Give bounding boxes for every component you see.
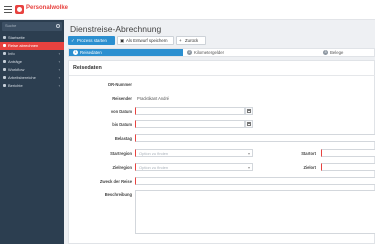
main-content: Dienstreise-Abrechnung ✓ Prozess starten… [64,20,375,244]
sidebar-item-antraege[interactable]: Anträge ‹ [0,58,64,66]
back-button[interactable]: + Zurück [176,36,206,45]
sidebar-item-info[interactable]: Info ‹ [0,50,64,58]
select-placeholder: Option zu finden [139,151,169,156]
chevron-down-icon: ▾ [247,165,250,170]
start-process-button[interactable]: ✓ Prozess starten [68,36,115,45]
sidebar: Suche Startseite Reise abrechnen Info ‹ … [0,20,64,244]
traveler-value: Pracktikant André [137,96,170,101]
step-kilometergelder[interactable]: 2 Kilometergelder [183,49,319,56]
step-number: 3 [323,50,328,55]
description-label: Beschreibung [104,192,132,197]
divider [69,75,375,76]
step-label: Kilometergelder [194,50,225,55]
chevron-left-icon: ‹ [58,83,60,88]
to-date-input[interactable] [135,120,245,128]
step-number: 2 [187,50,192,55]
chevron-left-icon: ‹ [58,59,60,64]
search-placeholder: Suche [5,23,17,28]
purpose-input[interactable] [135,177,375,185]
description-textarea[interactable] [135,190,375,234]
form-card: Reisedaten DR-Nummer Reisender Pracktika… [68,60,375,244]
chevron-down-icon: ▾ [247,151,250,156]
calendar-icon[interactable] [245,107,253,115]
brand-name: Personalwolke [26,5,69,11]
step-number: 1 [73,50,78,55]
travel-icon [3,44,6,47]
to-date-label: bis Datum [112,122,132,127]
chevron-left-icon: ‹ [58,67,60,72]
target-region-label: Zielregion [112,165,132,170]
target-region-select[interactable]: Option zu finden ▾ [135,163,253,171]
folder-icon [3,52,6,55]
save-draft-button[interactable]: ▣ Als Entwurf speichern [117,36,174,45]
page-title: Dienstreise-Abrechnung [70,24,162,34]
folder-icon [3,84,6,87]
logo-icon [15,5,24,14]
search-icon[interactable] [56,24,60,28]
check-icon: ✓ [71,38,75,43]
folder-icon [3,60,6,63]
chevron-left-icon: ‹ [58,75,60,80]
step-label: Reisedaten [80,50,102,55]
folder-icon [3,68,6,71]
charge-day-label: Belastag [114,136,132,141]
sidebar-item-label: Startseite [8,35,25,40]
start-region-select[interactable]: Option zu finden ▾ [135,149,253,157]
sidebar-item-label: Arbeitsbereiche [8,75,36,80]
menu-icon[interactable] [4,6,12,13]
from-date-input[interactable] [135,107,245,115]
plus-icon: + [179,38,182,43]
top-bar: Personalwolke [0,0,375,20]
start-place-label: Startort [301,151,316,156]
purpose-label: Zweck der Reise [99,179,132,184]
sidebar-item-label: Anträge [8,59,23,64]
sidebar-item-arbeitsbereiche[interactable]: Arbeitsbereiche ‹ [0,74,64,82]
step-belege[interactable]: 3 Belege [319,49,374,56]
wizard-steps: 1 Reisedaten 2 Kilometergelder 3 Belege [68,48,375,57]
sidebar-item-label: Berichte [8,83,23,88]
folder-icon [3,76,6,79]
sidebar-item-workflow[interactable]: Workflow ‹ [0,66,64,74]
select-placeholder: Option zu finden [139,165,169,170]
sidebar-nav: Startseite Reise abrechnen Info ‹ Anträg… [0,34,64,90]
home-icon [3,36,6,39]
save-icon: ▣ [120,38,125,43]
sidebar-item-label: Workflow [8,67,25,72]
sidebar-item-reise-abrechnen[interactable]: Reise abrechnen [0,42,64,50]
step-label: Belege [330,50,344,55]
section-title: Reisedaten [73,65,102,71]
chevron-left-icon: ‹ [58,51,60,56]
sidebar-item-label: Reise abrechnen [8,43,39,48]
dr-number-label: DR-Nummer [108,82,132,87]
sidebar-item-berichte[interactable]: Berichte ‹ [0,82,64,90]
start-place-input[interactable] [321,149,375,157]
target-place-input[interactable] [321,163,375,171]
sidebar-item-label: Info [8,51,15,56]
traveler-label: Reisender [112,96,132,101]
search-input[interactable]: Suche [2,22,62,31]
step-reisedaten[interactable]: 1 Reisedaten [69,49,183,56]
sidebar-item-startseite[interactable]: Startseite [0,34,64,42]
calendar-icon[interactable] [245,120,253,128]
start-region-label: Startregion [110,151,132,156]
charge-day-input[interactable] [135,134,375,142]
target-place-label: Zielort [303,165,316,170]
from-date-label: von Datum [110,109,132,114]
